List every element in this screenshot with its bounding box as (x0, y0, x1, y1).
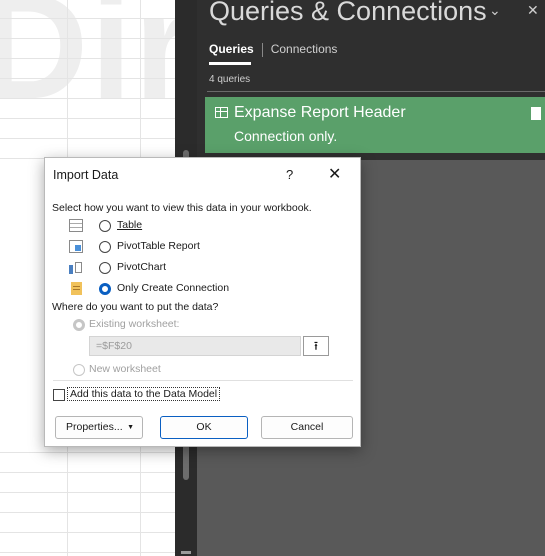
view-prompt: Select how you want to view this data in… (52, 202, 312, 214)
pane-header: Queries & Connections ⌄ ✕ Queries Connect… (197, 0, 545, 160)
query-name: Expanse Report Header (234, 104, 406, 121)
data-model-checkbox[interactable] (53, 389, 65, 401)
pane-tabs: Queries Connections (209, 42, 337, 57)
query-item[interactable]: Expanse Report Header Connection only. (205, 97, 545, 153)
table-radio[interactable] (99, 220, 111, 232)
connection-only-radio[interactable] (99, 283, 111, 295)
pivot-chart-icon (69, 261, 83, 274)
data-model-label[interactable]: Add this data to the Data Model (67, 387, 221, 401)
scroll-down-icon[interactable] (181, 551, 191, 554)
help-icon[interactable]: ? (286, 167, 293, 182)
import-data-dialog: Import Data ? ✕ Select how you want to v… (44, 157, 361, 447)
table-option-label[interactable]: Table (117, 219, 142, 231)
pivot-table-option-label[interactable]: PivotTable Report (117, 240, 200, 252)
pane-title: Queries & Connections (209, 0, 487, 26)
query-status: Connection only. (234, 128, 338, 144)
existing-worksheet-radio[interactable] (73, 319, 85, 331)
new-worksheet-radio[interactable] (73, 364, 85, 376)
existing-worksheet-label[interactable]: Existing worksheet: (89, 318, 179, 330)
pivot-chart-radio[interactable] (99, 262, 111, 274)
divider (53, 380, 353, 381)
ok-button[interactable]: OK (160, 416, 248, 439)
table-icon (69, 219, 83, 232)
pane-options-icon[interactable]: ⌄ (489, 2, 501, 19)
collapse-dialog-icon[interactable]: ⭱ (303, 336, 329, 356)
location-prompt: Where do you want to put the data? (52, 301, 219, 313)
table-icon (215, 107, 228, 118)
dialog-title: Import Data (53, 168, 119, 182)
connection-only-option-label[interactable]: Only Create Connection (117, 282, 229, 294)
connection-icon (71, 282, 82, 295)
new-worksheet-label[interactable]: New worksheet (89, 363, 161, 375)
pane-close-icon[interactable]: ✕ (527, 2, 539, 19)
properties-button-label: Properties... (66, 421, 123, 433)
pivot-table-radio[interactable] (99, 241, 111, 253)
close-icon[interactable]: ✕ (328, 164, 341, 184)
pivot-table-icon (69, 240, 83, 253)
chevron-down-icon: ▼ (127, 424, 134, 431)
document-icon (531, 107, 541, 120)
watermark: Diriem (0, 0, 185, 130)
active-tab-indicator (209, 62, 251, 65)
query-count: 4 queries (209, 74, 251, 85)
tab-connections[interactable]: Connections (271, 42, 338, 56)
cancel-button[interactable]: Cancel (261, 416, 353, 439)
range-input[interactable]: =$F$20 (89, 336, 301, 356)
range-value: =$F$20 (96, 340, 132, 352)
pivot-chart-option-label[interactable]: PivotChart (117, 261, 166, 273)
tab-queries[interactable]: Queries (209, 42, 254, 56)
properties-button[interactable]: Properties... ▼ (55, 416, 143, 439)
